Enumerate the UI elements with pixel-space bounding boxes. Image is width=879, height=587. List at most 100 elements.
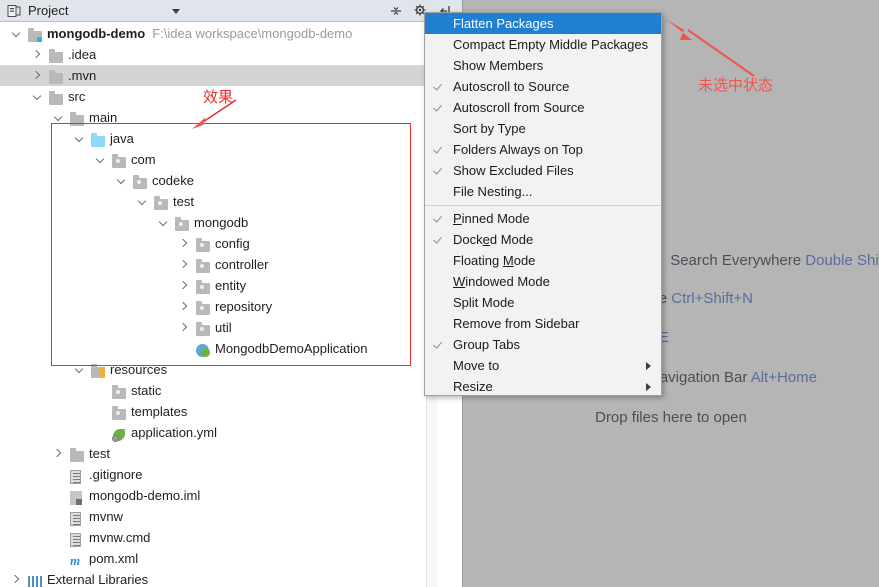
menu-item-sort-by-type[interactable]: Sort by Type — [425, 118, 661, 139]
tree-node--mvn[interactable]: .mvn — [0, 65, 425, 86]
menu-item-windowed-mode[interactable]: Windowed Mode — [425, 271, 661, 292]
tree-node-test[interactable]: test — [0, 191, 425, 212]
tree-node-mongodb-demo[interactable]: mongodb-demoF:\idea workspace\mongodb-de… — [0, 23, 425, 44]
menu-item-resize[interactable]: Resize — [425, 376, 661, 397]
tree-node-main[interactable]: main — [0, 107, 425, 128]
tree-node-mongodb-demo-iml[interactable]: mongodb-demo.iml — [0, 485, 425, 506]
text-file-icon — [70, 509, 86, 525]
tree-node-path: F:\idea workspace\mongodb-demo — [152, 26, 352, 41]
menu-item-label: Group Tabs — [453, 337, 520, 352]
tree-node-label: templates — [131, 404, 187, 419]
tree-node-application-yml[interactable]: application.yml — [0, 422, 425, 443]
package-folder-icon — [112, 404, 128, 420]
menu-item-remove-from-sidebar[interactable]: Remove from Sidebar — [425, 313, 661, 334]
spring-class-icon — [196, 341, 212, 357]
chevron-down-icon[interactable] — [96, 155, 105, 164]
editor-hint-navigation-bar: Navigation Bar Alt+Home — [649, 369, 817, 386]
tree-node-mvnw[interactable]: mvnw — [0, 506, 425, 527]
menu-item-label: Autoscroll to Source — [453, 79, 569, 94]
menu-item-label: Move to — [453, 358, 499, 373]
chevron-right-icon[interactable] — [180, 239, 189, 248]
tree-node-mvnw-cmd[interactable]: mvnw.cmd — [0, 527, 425, 548]
tree-node-label: .mvn — [68, 68, 96, 83]
menu-item-label: Pinned Mode — [453, 211, 530, 226]
tree-node-controller[interactable]: controller — [0, 254, 425, 275]
chevron-right-icon[interactable] — [180, 302, 189, 311]
tree-node-pom-xml[interactable]: mpom.xml — [0, 548, 425, 569]
chevron-right-icon[interactable] — [180, 323, 189, 332]
tree-node-resources[interactable]: resources — [0, 359, 425, 380]
chevron-right-icon[interactable] — [180, 281, 189, 290]
chevron-down-icon[interactable] — [138, 197, 147, 206]
project-tool-window-icon — [6, 3, 22, 19]
project-panel-header[interactable]: Project — [0, 0, 462, 22]
chevron-right-icon[interactable] — [54, 449, 63, 458]
folder-icon — [49, 68, 65, 84]
chevron-down-icon[interactable] — [117, 176, 126, 185]
chevron-down-icon[interactable] — [75, 134, 84, 143]
chevron-right-icon[interactable] — [180, 260, 189, 269]
package-folder-icon — [112, 383, 128, 399]
tree-node-util[interactable]: util — [0, 317, 425, 338]
menu-item-show-members[interactable]: Show Members — [425, 55, 661, 76]
menu-item-autoscroll-to-source[interactable]: Autoscroll to Source — [425, 76, 661, 97]
tree-node-repository[interactable]: repository — [0, 296, 425, 317]
menu-item-floating-mode[interactable]: Floating Mode — [425, 250, 661, 271]
tree-node-static[interactable]: static — [0, 380, 425, 401]
checkmark-icon — [434, 233, 443, 245]
checkmark-placeholder — [434, 38, 443, 50]
menu-item-show-excluded-files[interactable]: Show Excluded Files — [425, 160, 661, 181]
tree-node-templates[interactable]: templates — [0, 401, 425, 422]
tree-node-mongodb[interactable]: mongodb — [0, 212, 425, 233]
menu-item-split-mode[interactable]: Split Mode — [425, 292, 661, 313]
menu-item-move-to[interactable]: Move to — [425, 355, 661, 376]
chevron-right-icon[interactable] — [33, 71, 42, 80]
tree-node-codeke[interactable]: codeke — [0, 170, 425, 191]
menu-item-group-tabs[interactable]: Group Tabs — [425, 334, 661, 355]
chevron-down-icon[interactable] — [54, 113, 63, 122]
chevron-right-icon[interactable] — [12, 575, 21, 584]
checkmark-placeholder — [434, 317, 443, 329]
package-folder-icon — [196, 299, 212, 315]
chevron-down-icon[interactable] — [159, 218, 168, 227]
tree-node-label: static — [131, 383, 161, 398]
checkmark-icon — [434, 212, 443, 224]
tree-node--idea[interactable]: .idea — [0, 44, 425, 65]
chevron-right-icon[interactable] — [33, 50, 42, 59]
project-tree[interactable]: mongodb-demoF:\idea workspace\mongodb-de… — [0, 23, 425, 587]
menu-item-autoscroll-from-source[interactable]: Autoscroll from Source — [425, 97, 661, 118]
module-folder-icon — [28, 26, 44, 42]
tree-node-test[interactable]: test — [0, 443, 425, 464]
tree-node-external-libraries[interactable]: External Libraries — [0, 569, 425, 587]
submenu-arrow-icon — [646, 362, 651, 370]
tree-node-entity[interactable]: entity — [0, 275, 425, 296]
tree-node-label: test — [173, 194, 194, 209]
tree-node--gitignore[interactable]: .gitignore — [0, 464, 425, 485]
menu-item-label: Show Excluded Files — [453, 163, 574, 178]
checkmark-placeholder — [434, 275, 443, 287]
chevron-down-icon[interactable] — [33, 92, 42, 101]
chevron-down-icon[interactable] — [12, 29, 21, 38]
tree-node-label: .gitignore — [89, 467, 142, 482]
menu-item-pinned-mode[interactable]: Pinned Mode — [425, 208, 661, 229]
tree-node-label: test — [89, 446, 110, 461]
checkmark-placeholder — [434, 296, 443, 308]
tree-node-config[interactable]: config — [0, 233, 425, 254]
menu-item-label: Flatten Packages — [453, 16, 553, 31]
menu-item-folders-always-on-top[interactable]: Folders Always on Top — [425, 139, 661, 160]
collapse-all-icon[interactable] — [388, 3, 404, 19]
tree-node-mongodbdemoapplication[interactable]: MongodbDemoApplication — [0, 338, 425, 359]
chevron-down-icon[interactable] — [75, 365, 84, 374]
menu-item-compact-empty-middle-packages[interactable]: Compact Empty Middle Packages — [425, 34, 661, 55]
menu-item-docked-mode[interactable]: Docked Mode — [425, 229, 661, 250]
drop-files-label: Drop files here to open — [463, 409, 879, 426]
chevron-down-icon[interactable] — [172, 9, 180, 14]
text-file-icon — [70, 530, 86, 546]
view-options-context-menu[interactable]: Flatten Packages Compact Empty Middle Pac… — [424, 12, 662, 396]
tree-node-java[interactable]: java — [0, 128, 425, 149]
tree-node-com[interactable]: com — [0, 149, 425, 170]
menu-item-flatten-packages[interactable]: Flatten Packages — [425, 13, 661, 34]
tree-node-label: codeke — [152, 173, 194, 188]
menu-item-file-nesting[interactable]: File Nesting... — [425, 181, 661, 202]
resource-root-folder-icon — [91, 362, 107, 378]
